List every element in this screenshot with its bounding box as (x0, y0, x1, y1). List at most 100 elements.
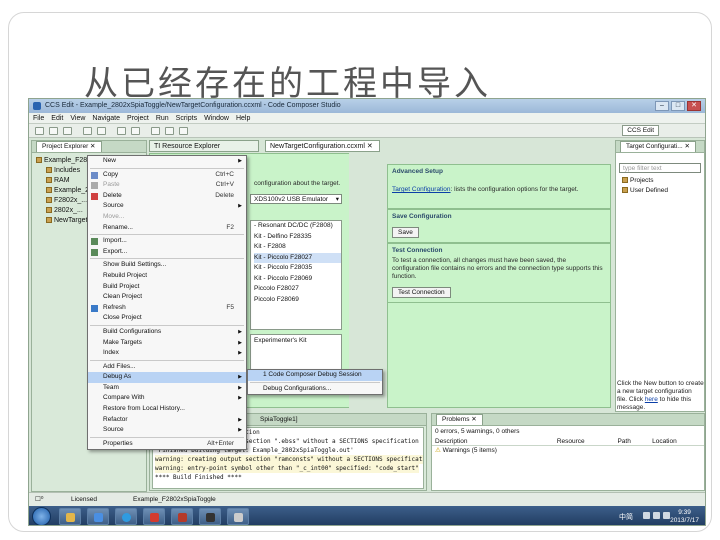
taskbar-clock[interactable]: 9:39 2013/7/17 (670, 509, 699, 525)
menu-item-rebuild-project[interactable]: Rebuild Project (88, 271, 246, 282)
menu-edit[interactable]: Edit (51, 113, 63, 123)
tree-item-user-defined[interactable]: User Defined (622, 186, 668, 196)
menu-item-properties[interactable]: Properties Alt+Enter (88, 439, 246, 450)
save-icon[interactable] (49, 127, 58, 135)
run-icon[interactable] (117, 127, 126, 135)
menu-item-rename[interactable]: Rename... F2 (88, 223, 246, 234)
build-icon[interactable] (83, 127, 92, 135)
menu-navigate[interactable]: Navigate (92, 113, 120, 123)
menu-file[interactable]: File (33, 113, 44, 123)
warning-icon: ⚠ (435, 447, 441, 454)
board-list[interactable]: - Resonant DC/DC (F2808) Kit - Delfino F2… (250, 220, 342, 330)
menu-item-team[interactable]: Team ▶ (88, 383, 246, 394)
start-button[interactable] (32, 507, 51, 525)
debug-icon[interactable] (97, 127, 106, 135)
maximize-button[interactable]: □ (671, 101, 685, 111)
history-icon[interactable] (179, 127, 188, 135)
menu-help[interactable]: Help (236, 113, 250, 123)
menu-separator (90, 258, 244, 260)
volume-icon[interactable] (653, 512, 660, 519)
ime-indicator[interactable]: 中简 (619, 512, 633, 522)
col-path[interactable]: Path (614, 438, 650, 446)
taskbar-app-folder[interactable] (59, 508, 81, 525)
tree-item-projects[interactable]: Projects (622, 176, 668, 186)
console-line: **** Build Finished **** (155, 473, 423, 482)
window-titlebar[interactable]: CCS Edit - Example_2802xSpiaToggle/NewTa… (29, 99, 705, 113)
tab-ti-resource-explorer[interactable]: TI Resource Explorer (149, 140, 259, 152)
menu-item-make-targets[interactable]: Make Targets ▶ (88, 338, 246, 349)
menu-item-refactor[interactable]: Refactor ▶ (88, 415, 246, 426)
menu-item-export[interactable]: Export... (88, 247, 246, 258)
back-icon[interactable] (151, 127, 160, 135)
taskbar-app-sogou[interactable] (115, 508, 137, 525)
tab-target-configurations[interactable]: Target Configurati... ✕ (620, 141, 696, 152)
connection-combo[interactable]: XDS100v2 USB Emulator ▾ (250, 194, 342, 204)
tab-project-explorer[interactable]: Project Explorer ✕ (36, 141, 102, 152)
menu-item-build-configurations[interactable]: Build Configurations ▶ (88, 327, 246, 338)
taskbar-app-media[interactable] (87, 508, 109, 525)
hide-message-link[interactable]: here (645, 396, 658, 403)
menu-item-build-project[interactable]: Build Project (88, 282, 246, 293)
col-description[interactable]: Description (432, 438, 554, 446)
console-line: warning: entry-point symbol other than "… (155, 464, 423, 473)
board-list-item[interactable]: Piccolo F28027 (254, 284, 341, 295)
menu-item-1-code-composer-debug-session[interactable]: 1 Code Composer Debug Session (248, 370, 382, 381)
taskbar-app-pdf[interactable] (143, 508, 165, 525)
menu-item-add-files[interactable]: Add Files... (88, 362, 246, 373)
problems-row[interactable]: ⚠ Warnings (5 items) (432, 446, 704, 454)
menu-item-refresh[interactable]: Refresh F5 (88, 303, 246, 314)
filter-input[interactable]: type filter text (619, 163, 701, 173)
menu-item-index[interactable]: Index ▶ (88, 348, 246, 359)
menu-item-import[interactable]: Import... (88, 236, 246, 247)
taskbar-app-tools[interactable] (227, 508, 249, 525)
menu-run[interactable]: Run (156, 113, 169, 123)
menu-item-new[interactable]: New ▶ (88, 156, 246, 167)
target-configuration-link[interactable]: Target Configuration (392, 186, 451, 193)
console-text: warning: entry-point symbol other than "… (155, 464, 419, 473)
board-list-item[interactable]: Kit - Piccolo F28035 (254, 263, 341, 274)
perspective-switcher[interactable]: CCS Edit (622, 125, 659, 136)
menu-item-restore-from-local-history[interactable]: Restore from Local History... (88, 404, 246, 415)
menu-item-compare-with[interactable]: Compare With ▶ (88, 393, 246, 404)
menu-item-debug-as[interactable]: Debug As ▶ (88, 372, 246, 383)
search-icon[interactable] (131, 127, 140, 135)
menu-item-label: Copy (103, 170, 119, 178)
taskbar-app-film[interactable] (199, 508, 221, 525)
network-icon[interactable] (643, 512, 650, 519)
taskbar-app-ccs[interactable] (171, 508, 193, 525)
menu-item-clean-project[interactable]: Clean Project (88, 292, 246, 303)
menu-item-copy[interactable]: Copy Ctrl+C (88, 170, 246, 181)
col-location[interactable]: Location (649, 438, 704, 446)
tab-problems[interactable]: Problems ✕ (436, 414, 483, 425)
close-button[interactable]: ✕ (687, 101, 701, 111)
menu-scripts[interactable]: Scripts (176, 113, 197, 123)
menu-separator (90, 324, 244, 326)
board-list-item[interactable]: Kit - F2808 (254, 242, 341, 253)
window-title: CCS Edit - Example_2802xSpiaToggle/NewTa… (45, 102, 341, 109)
board-list-item[interactable]: - Resonant DC/DC (F2808) (254, 221, 341, 232)
tab-new-target-configuration[interactable]: NewTargetConfiguration.ccxml ✕ (265, 140, 380, 152)
menu-item-show-build-settings[interactable]: Show Build Settings... (88, 260, 246, 271)
test-connection-button[interactable]: Test Connection (392, 287, 451, 298)
menu-item-source[interactable]: Source ▶ (88, 425, 246, 436)
board-list-item[interactable]: Piccolo F28069 (254, 295, 341, 306)
board-list-item[interactable]: Kit - Delfino F28335 (254, 232, 341, 243)
board-list-item[interactable]: Kit - Piccolo F28027 (254, 252, 341, 263)
menu-item-delete[interactable]: Delete Delete (88, 191, 246, 202)
chevron-right-icon: ▶ (238, 339, 242, 346)
menu-view[interactable]: View (70, 113, 85, 123)
menu-item-debug-configurations[interactable]: Debug Configurations... (248, 384, 382, 395)
menu-item-source[interactable]: Source ▶ (88, 201, 246, 212)
menu-window[interactable]: Window (204, 113, 229, 123)
new-icon[interactable] (35, 127, 44, 135)
forward-icon[interactable] (165, 127, 174, 135)
print-icon[interactable] (63, 127, 72, 135)
board-list-item[interactable]: Kit - Piccolo F28069 (254, 274, 341, 285)
flag-icon[interactable] (663, 512, 670, 519)
save-button[interactable]: Save (392, 227, 419, 238)
hint-line: message. (617, 404, 646, 411)
menu-item-close-project[interactable]: Close Project (88, 313, 246, 324)
col-resource[interactable]: Resource (553, 438, 615, 446)
menu-project[interactable]: Project (127, 113, 149, 123)
minimize-button[interactable]: – (655, 101, 669, 111)
